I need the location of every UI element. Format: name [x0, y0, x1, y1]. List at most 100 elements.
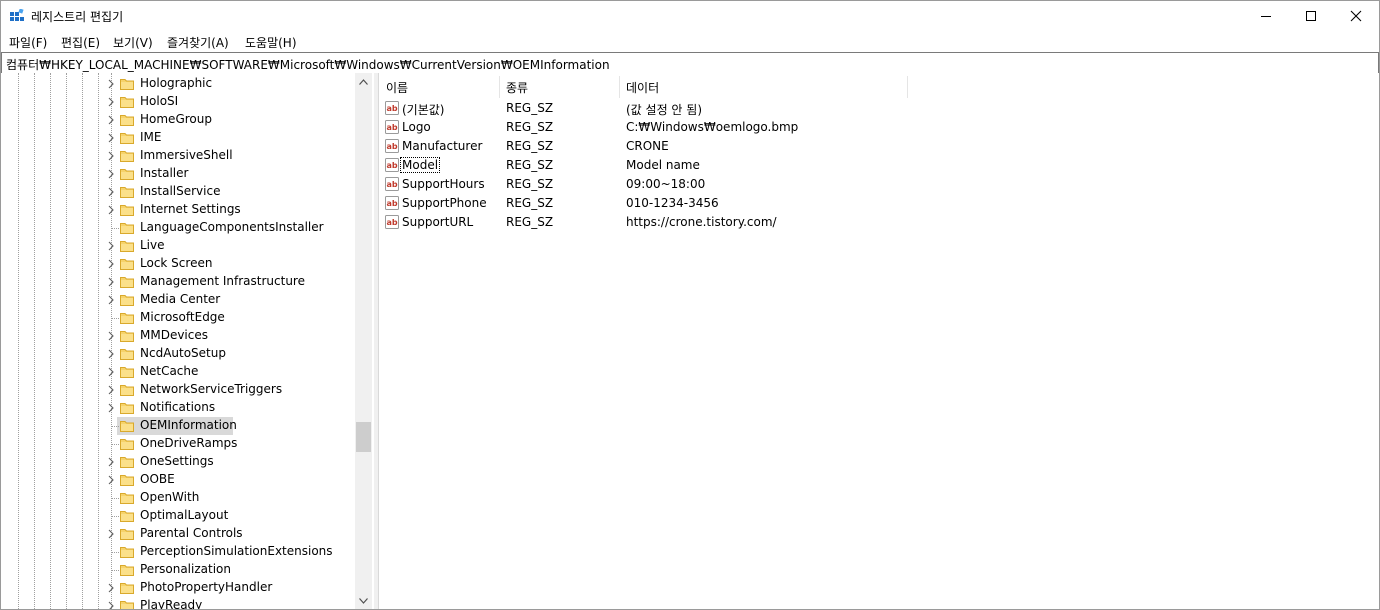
tree-item[interactable]: OOBE: [1, 471, 355, 489]
minimize-button[interactable]: [1243, 1, 1289, 31]
chevron-right-icon[interactable]: [106, 78, 116, 90]
folder-icon: [120, 133, 134, 144]
maximize-button[interactable]: [1288, 1, 1334, 31]
column-header-data[interactable]: 데이터: [619, 73, 907, 98]
svg-text:ab: ab: [386, 123, 397, 132]
tree-item[interactable]: MicrosoftEdge: [1, 309, 355, 327]
tree-item[interactable]: MMDevices: [1, 327, 355, 345]
chevron-right-icon[interactable]: [106, 150, 116, 162]
chevron-right-icon[interactable]: [106, 348, 116, 360]
column-header-type[interactable]: 종류: [499, 73, 619, 98]
scroll-up-button[interactable]: [355, 73, 372, 90]
tree-item[interactable]: OpenWith: [1, 489, 355, 507]
value-row[interactable]: ab (기본값) REG_SZ (값 설정 안 됨): [379, 99, 1379, 118]
tree-item[interactable]: PhotoPropertyHandler: [1, 579, 355, 597]
menu-favorites[interactable]: 즐겨찾기(A): [167, 34, 229, 51]
chevron-right-icon[interactable]: [106, 276, 116, 288]
tree-item[interactable]: Media Center: [1, 291, 355, 309]
value-row[interactable]: ab SupportPhone REG_SZ 010-1234-3456: [379, 194, 1379, 213]
tree-item[interactable]: Management Infrastructure: [1, 273, 355, 291]
column-header-name[interactable]: 이름: [379, 73, 499, 98]
tree-item[interactable]: Lock Screen: [1, 255, 355, 273]
tree-item[interactable]: Notifications: [1, 399, 355, 417]
value-row[interactable]: ab Manufacturer REG_SZ CRONE: [379, 137, 1379, 156]
tree-item-label: Media Center: [140, 292, 221, 306]
tree-item[interactable]: ImmersiveShell: [1, 147, 355, 165]
value-row[interactable]: ab Model REG_SZ Model name: [379, 156, 1379, 175]
tree-item[interactable]: Holographic: [1, 75, 355, 93]
values-list-pane[interactable]: 이름 종류 데이터 ab (기본값) REG_SZ (값 설정 안 됨) ab Logo R…: [378, 73, 1379, 609]
tree-item[interactable]: HoloSI: [1, 93, 355, 111]
tree-connector: [111, 552, 119, 553]
chevron-right-icon[interactable]: [106, 600, 116, 609]
value-name: (기본값): [402, 103, 445, 117]
tree-item[interactable]: OneSettings: [1, 453, 355, 471]
value-row[interactable]: ab SupportHours REG_SZ 09:00~18:00: [379, 175, 1379, 194]
folder-icon: [120, 349, 134, 360]
tree-item[interactable]: PlayReady: [1, 597, 355, 609]
close-button[interactable]: [1333, 1, 1379, 31]
chevron-right-icon[interactable]: [106, 294, 116, 306]
value-row[interactable]: ab SupportURL REG_SZ https://crone.tistory.…: [379, 213, 1379, 232]
column-divider[interactable]: [907, 76, 908, 98]
title-bar[interactable]: 레지스트리 편집기: [1, 1, 1379, 31]
tree-item[interactable]: OEMInformation: [1, 417, 355, 435]
tree-item[interactable]: PerceptionSimulationExtensions: [1, 543, 355, 561]
chevron-right-icon[interactable]: [106, 204, 116, 216]
menu-file[interactable]: 파일(F): [9, 34, 47, 51]
tree-item-label: MMDevices: [140, 328, 208, 342]
tree-item[interactable]: NcdAutoSetup: [1, 345, 355, 363]
chevron-right-icon[interactable]: [106, 330, 116, 342]
value-type: REG_SZ: [506, 101, 554, 115]
value-type: REG_SZ: [506, 158, 554, 172]
column-data-label: 데이터: [626, 81, 660, 95]
chevron-right-icon[interactable]: [106, 384, 116, 396]
value-row[interactable]: ab Logo REG_SZ C:₩Windows₩oemlogo.bmp: [379, 118, 1379, 137]
menu-help[interactable]: 도움말(H): [245, 34, 297, 51]
tree-item-label: OneSettings: [140, 454, 214, 468]
key-tree-pane[interactable]: Holographic HoloSI HomeGroup IME ImmersiveSh…: [1, 73, 374, 609]
address-bar[interactable]: 컴퓨터₩HKEY_LOCAL_MACHINE₩SOFTWARE₩Microsof…: [1, 52, 1379, 74]
value-data: C:₩Windows₩oemlogo.bmp: [626, 120, 799, 134]
tree-scrollbar[interactable]: [355, 73, 372, 609]
folder-icon: [120, 169, 134, 180]
scroll-thumb[interactable]: [356, 422, 371, 452]
tree-item[interactable]: Parental Controls: [1, 525, 355, 543]
string-value-icon: ab: [385, 101, 399, 115]
tree-item[interactable]: InstallService: [1, 183, 355, 201]
tree-item[interactable]: Internet Settings: [1, 201, 355, 219]
value-name: SupportPhone: [402, 196, 487, 210]
scroll-down-button[interactable]: [355, 592, 372, 609]
chevron-right-icon[interactable]: [106, 528, 116, 540]
chevron-right-icon[interactable]: [106, 258, 116, 270]
tree-item[interactable]: OptimalLayout: [1, 507, 355, 525]
chevron-right-icon[interactable]: [106, 132, 116, 144]
tree-item[interactable]: NetCache: [1, 363, 355, 381]
menu-view[interactable]: 보기(V): [113, 34, 153, 51]
tree-item[interactable]: OneDriveRamps: [1, 435, 355, 453]
chevron-right-icon[interactable]: [106, 456, 116, 468]
tree-item[interactable]: HomeGroup: [1, 111, 355, 129]
column-name-label: 이름: [386, 81, 409, 95]
chevron-right-icon[interactable]: [106, 582, 116, 594]
chevron-right-icon[interactable]: [106, 186, 116, 198]
tree-item[interactable]: Live: [1, 237, 355, 255]
chevron-right-icon[interactable]: [106, 168, 116, 180]
chevron-right-icon[interactable]: [106, 474, 116, 486]
tree-item[interactable]: NetworkServiceTriggers: [1, 381, 355, 399]
folder-icon: [120, 295, 134, 306]
chevron-right-icon[interactable]: [106, 240, 116, 252]
maximize-icon: [1306, 11, 1316, 21]
tree-item-label: PerceptionSimulationExtensions: [140, 544, 333, 558]
value-name: Logo: [402, 120, 431, 134]
tree-item[interactable]: IME: [1, 129, 355, 147]
chevron-right-icon[interactable]: [106, 402, 116, 414]
tree-item[interactable]: Personalization: [1, 561, 355, 579]
chevron-right-icon[interactable]: [106, 114, 116, 126]
menu-edit[interactable]: 편집(E): [61, 34, 100, 51]
chevron-right-icon[interactable]: [106, 96, 116, 108]
chevron-right-icon[interactable]: [106, 366, 116, 378]
tree-item[interactable]: Installer: [1, 165, 355, 183]
address-path[interactable]: 컴퓨터₩HKEY_LOCAL_MACHINE₩SOFTWARE₩Microsof…: [6, 56, 610, 73]
tree-item[interactable]: LanguageComponentsInstaller: [1, 219, 355, 237]
